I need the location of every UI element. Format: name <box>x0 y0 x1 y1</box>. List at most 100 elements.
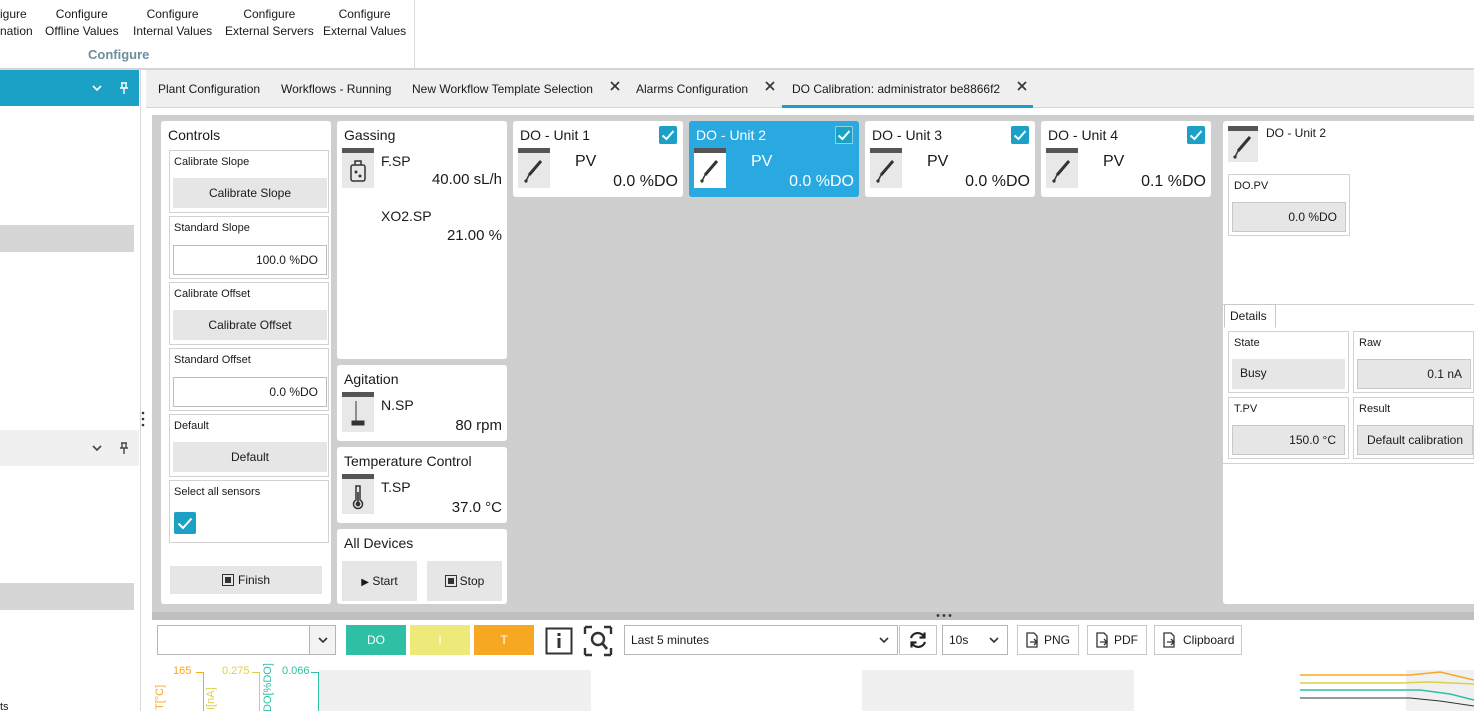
controls-title: Controls <box>168 127 221 143</box>
do-pv-value: 0.0 %DO <box>1232 202 1346 232</box>
gassing-fsp-value[interactable]: 40.00 sL/h <box>432 171 502 188</box>
chevron-down-icon[interactable] <box>90 81 104 95</box>
agitation-title: Agitation <box>344 371 399 387</box>
trend-chart[interactable]: 165 T[°C] 0.275 I[nA] 0.066 DO[%DO] <box>152 660 1474 711</box>
unit-card-4[interactable]: DO - Unit 4 PV 0.1 %DO <box>1041 121 1211 197</box>
pin-icon[interactable] <box>117 81 131 95</box>
refresh-button[interactable] <box>899 625 937 655</box>
ribbon-group-label: Configure <box>88 47 150 62</box>
tab-do-calibration[interactable]: DO Calibration: administrator be8866f2 <box>792 82 1000 96</box>
state-group: State Busy <box>1228 331 1349 393</box>
left-panel: ts <box>0 70 141 711</box>
unit-card-1[interactable]: DO - Unit 1 PV 0.0 %DO <box>513 121 683 197</box>
tab-new-workflow-template-selection[interactable]: New Workflow Template Selection <box>412 82 593 96</box>
unit-checkbox[interactable] <box>835 126 853 144</box>
do-sensor-icon <box>870 148 902 188</box>
tab-details[interactable]: Details <box>1224 304 1276 328</box>
unit-card-2[interactable]: DO - Unit 2 PV 0.0 %DO <box>689 121 859 197</box>
temperature-tsp-value[interactable]: 37.0 °C <box>452 499 502 516</box>
detail-title: DO - Unit 2 <box>1266 126 1327 140</box>
unit-title: DO - Unit 3 <box>872 127 943 143</box>
ribbon-configure-automation-button[interactable]: igure nation <box>0 6 33 40</box>
splitter-grip-icon <box>936 614 952 617</box>
do-sensor-icon <box>1046 148 1078 188</box>
gassing-xo2sp-name: XO2.SP <box>381 208 432 224</box>
close-icon[interactable] <box>1015 79 1029 93</box>
standard-offset-input[interactable]: 0.0 %DO <box>173 377 327 407</box>
left-panel-row-selected-2[interactable] <box>0 583 134 610</box>
probe-icon <box>1052 160 1071 183</box>
legend-do-button[interactable]: DO <box>346 625 406 655</box>
finish-button[interactable]: Finish <box>170 566 322 594</box>
ribbon-configure-internal-values-button[interactable]: Configure Internal Values <box>133 6 212 40</box>
pin-icon[interactable] <box>117 441 131 455</box>
all-devices-card: All Devices ▶ Start Stop <box>337 529 507 604</box>
export-icon <box>1096 632 1108 648</box>
chevron-down-icon[interactable] <box>90 441 104 455</box>
unit-pv-value: 0.0 %DO <box>789 173 854 190</box>
legend-t-button[interactable]: T <box>474 625 534 655</box>
standard-slope-input[interactable]: 100.0 %DO <box>173 245 327 275</box>
unit-checkbox[interactable] <box>1011 126 1029 144</box>
trend-lines <box>1300 671 1474 707</box>
plot-band <box>319 670 591 711</box>
vertical-splitter-grip[interactable] <box>141 410 145 428</box>
unit-pv-label: PV <box>751 153 773 170</box>
select-all-sensors-checkbox[interactable] <box>174 512 196 534</box>
info-icon[interactable] <box>545 627 573 655</box>
chevron-down-icon <box>989 637 999 644</box>
export-pdf-button[interactable]: PDF <box>1087 625 1147 655</box>
chart-toolbar: DO I T Last 5 minutes 10s PNG PDF Clipbo… <box>152 620 1474 660</box>
time-range-dropdown[interactable]: Last 5 minutes <box>624 625 898 655</box>
unit-title: DO - Unit 1 <box>520 127 591 143</box>
state-label: State <box>1234 337 1260 349</box>
calibrate-offset-button[interactable]: Calibrate Offset <box>173 310 327 340</box>
result-group: Result Default calibration <box>1353 397 1474 459</box>
unit-pv-label: PV <box>575 153 597 170</box>
export-icon <box>1163 632 1175 648</box>
select-all-sensors-group: Select all sensors <box>169 480 329 543</box>
default-button[interactable]: Default <box>173 442 327 472</box>
standard-slope-group: Standard Slope 100.0 %DO <box>169 216 329 279</box>
calibrate-slope-group: Calibrate Slope Calibrate Slope <box>169 150 329 213</box>
tab-workflows-running[interactable]: Workflows - Running <box>281 82 391 96</box>
raw-value: 0.1 nA <box>1357 359 1471 389</box>
tab-alarms-configuration[interactable]: Alarms Configuration <box>636 82 748 96</box>
chevron-down-icon <box>879 637 889 644</box>
unit-checkbox[interactable] <box>1187 126 1205 144</box>
copy-clipboard-button[interactable]: Clipboard <box>1154 625 1242 655</box>
refresh-icon <box>909 631 927 649</box>
gassing-xo2sp-value[interactable]: 21.00 % <box>447 227 502 244</box>
tab-plant-configuration[interactable]: Plant Configuration <box>158 82 260 96</box>
zoom-fit-icon[interactable] <box>583 625 613 657</box>
left-panel-row-selected[interactable] <box>0 225 134 252</box>
ribbon-configure-external-values-button[interactable]: Configure External Values <box>323 6 406 40</box>
unit-card-3[interactable]: DO - Unit 3 PV 0.0 %DO <box>865 121 1035 197</box>
refresh-interval-dropdown[interactable]: 10s <box>942 625 1008 655</box>
standard-slope-label: Standard Slope <box>174 222 250 234</box>
standard-offset-group: Standard Offset 0.0 %DO <box>169 348 329 411</box>
close-icon[interactable] <box>763 79 777 93</box>
start-button[interactable]: ▶ Start <box>342 561 417 601</box>
unit-checkbox[interactable] <box>659 126 677 144</box>
unit-title: DO - Unit 2 <box>696 127 767 143</box>
legend-i-button[interactable]: I <box>410 625 470 655</box>
close-icon[interactable] <box>608 79 622 93</box>
ribbon-configure-external-servers-button[interactable]: Configure External Servers <box>225 6 314 40</box>
calibrate-slope-button[interactable]: Calibrate Slope <box>173 178 327 208</box>
temperature-title: Temperature Control <box>344 453 472 469</box>
export-png-button[interactable]: PNG <box>1017 625 1079 655</box>
chevron-down-icon <box>318 637 328 644</box>
calibrate-offset-label: Calibrate Offset <box>174 288 251 300</box>
details-bottom-divider <box>1223 463 1474 464</box>
plot-band <box>862 670 1134 711</box>
ribbon-configure-offline-values-button[interactable]: Configure Offline Values <box>45 6 119 40</box>
series-selector-dropdown[interactable] <box>157 625 336 655</box>
stop-button[interactable]: Stop <box>427 561 502 601</box>
left-panel-text: ts <box>0 701 9 711</box>
gassing-card: Gassing F.SP 40.00 sL/h XO2.SP 21.00 % <box>337 121 507 359</box>
calibration-workspace: Controls Calibrate Slope Calibrate Slope… <box>152 115 1474 612</box>
horizontal-splitter[interactable] <box>152 612 1474 620</box>
select-all-sensors-label: Select all sensors <box>174 486 261 498</box>
agitation-nsp-value[interactable]: 80 rpm <box>455 417 502 434</box>
